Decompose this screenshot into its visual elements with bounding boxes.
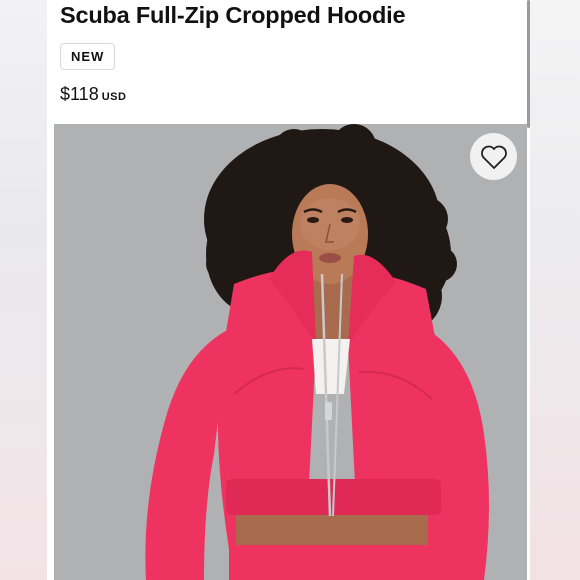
product-price: $118 USD — [60, 84, 126, 105]
heart-outline-icon — [480, 145, 507, 169]
product-image[interactable] — [54, 124, 527, 580]
product-title: Scuba Full-Zip Cropped Hoodie — [60, 2, 406, 28]
price-currency: USD — [101, 91, 127, 103]
scrollbar[interactable] — [527, 0, 530, 128]
product-card: Scuba Full-Zip Cropped Hoodie NEW $118 US… — [47, 0, 530, 580]
wishlist-button[interactable] — [470, 133, 517, 180]
background-left-edge — [0, 0, 52, 580]
new-badge: NEW — [60, 43, 116, 70]
model-illustration — [54, 124, 527, 580]
price-amount: $118 — [60, 84, 99, 104]
background-right-edge — [526, 0, 580, 580]
